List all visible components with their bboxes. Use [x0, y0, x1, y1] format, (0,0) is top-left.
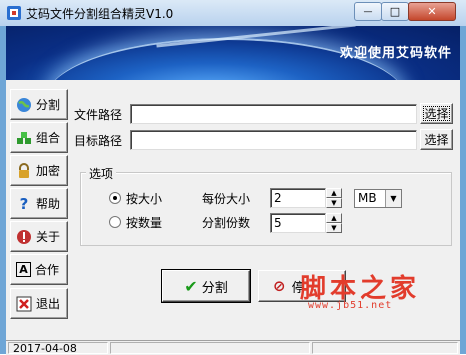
status-panel-2: [110, 342, 310, 354]
source-path-input[interactable]: [130, 104, 417, 124]
header-banner: 欢迎使用艾码软件: [6, 26, 460, 80]
sidebar-item-label: 关于: [36, 230, 61, 244]
size-unit-select[interactable]: MB ▼: [354, 189, 402, 208]
target-path-input[interactable]: [130, 130, 417, 150]
watermark-url: www.jb51.net: [308, 300, 393, 311]
chevron-down-icon[interactable]: ▼: [326, 198, 342, 208]
options-groupbox: [80, 172, 452, 246]
maximize-button[interactable]: □: [381, 2, 409, 21]
minimize-icon: —: [363, 6, 373, 17]
letter-a-icon: A: [16, 262, 31, 277]
sidebar-item-label: 加密: [36, 164, 61, 178]
part-count-label: 分割份数: [202, 216, 251, 230]
split-button-label: 分割: [201, 280, 228, 296]
target-path-label: 目标路径: [74, 134, 123, 148]
globe-icon: [16, 97, 32, 113]
chevron-up-icon[interactable]: ▲: [326, 213, 342, 223]
window-title: 艾码文件分割组合精灵V1.0: [26, 7, 174, 21]
close-icon: ✕: [427, 5, 437, 18]
chevron-up-icon[interactable]: ▲: [326, 188, 342, 198]
status-bar: 2017-04-08: [6, 340, 460, 355]
source-browse-label: 选择: [424, 107, 449, 121]
size-per-part-input[interactable]: 2: [270, 188, 326, 208]
size-stepper[interactable]: ▲ ▼: [326, 188, 342, 208]
sidebar-item-label: 帮助: [36, 197, 61, 211]
size-unit-value: MB: [358, 191, 377, 205]
sidebar-item-label: 退出: [36, 297, 61, 311]
size-per-part-label: 每份大小: [202, 192, 251, 206]
minimize-button[interactable]: —: [354, 2, 382, 21]
by-count-radio[interactable]: [109, 216, 121, 228]
source-path-label: 文件路径: [74, 108, 123, 122]
app-icon: [7, 6, 21, 20]
by-count-label: 按数量: [126, 216, 163, 230]
sidebar-item-about[interactable]: 关于: [10, 221, 68, 252]
options-group-title: 选项: [86, 165, 117, 182]
check-icon: ✔: [184, 276, 198, 296]
sidebar-item-split[interactable]: 分割: [10, 89, 68, 120]
question-icon: ?: [19, 194, 29, 213]
exit-icon: [16, 296, 32, 312]
sidebar-item-cooperate[interactable]: A 合作: [10, 254, 68, 285]
info-icon: [16, 229, 32, 245]
target-browse-button[interactable]: 选择: [420, 129, 453, 150]
sidebar-item-label: 分割: [36, 98, 61, 112]
part-count-input[interactable]: 5: [270, 213, 326, 233]
banner-welcome-text: 欢迎使用艾码软件: [339, 46, 452, 61]
source-browse-button[interactable]: 选择: [420, 103, 453, 124]
sidebar-item-combine[interactable]: 组合: [10, 122, 68, 153]
status-panel-3: [312, 342, 458, 354]
sidebar-item-help[interactable]: ? 帮助: [10, 188, 68, 219]
app-window: 艾码文件分割组合精灵V1.0 — □ ✕ 欢迎使用艾码软件 分割 组合 加密 ?…: [0, 0, 466, 355]
blocks-icon: [16, 130, 32, 146]
status-date: 2017-04-08: [8, 342, 108, 355]
sidebar-item-exit[interactable]: 退出: [10, 288, 68, 319]
lock-icon: [16, 162, 32, 179]
sidebar-item-encrypt[interactable]: 加密: [10, 155, 68, 186]
stop-icon: ⊘: [273, 277, 286, 295]
close-button[interactable]: ✕: [408, 2, 456, 21]
chevron-down-icon[interactable]: ▼: [326, 223, 342, 233]
by-size-radio[interactable]: [109, 192, 121, 204]
maximize-icon: □: [389, 5, 401, 18]
by-size-label: 按大小: [126, 192, 163, 206]
count-stepper[interactable]: ▲ ▼: [326, 213, 342, 233]
split-button[interactable]: ✔ 分割: [161, 269, 251, 303]
chevron-down-icon[interactable]: ▼: [385, 190, 401, 207]
sidebar-item-label: 合作: [35, 263, 60, 277]
target-browse-label: 选择: [424, 133, 449, 147]
title-bar[interactable]: 艾码文件分割组合精灵V1.0 — □ ✕: [0, 0, 466, 26]
sidebar-item-label: 组合: [36, 131, 61, 145]
